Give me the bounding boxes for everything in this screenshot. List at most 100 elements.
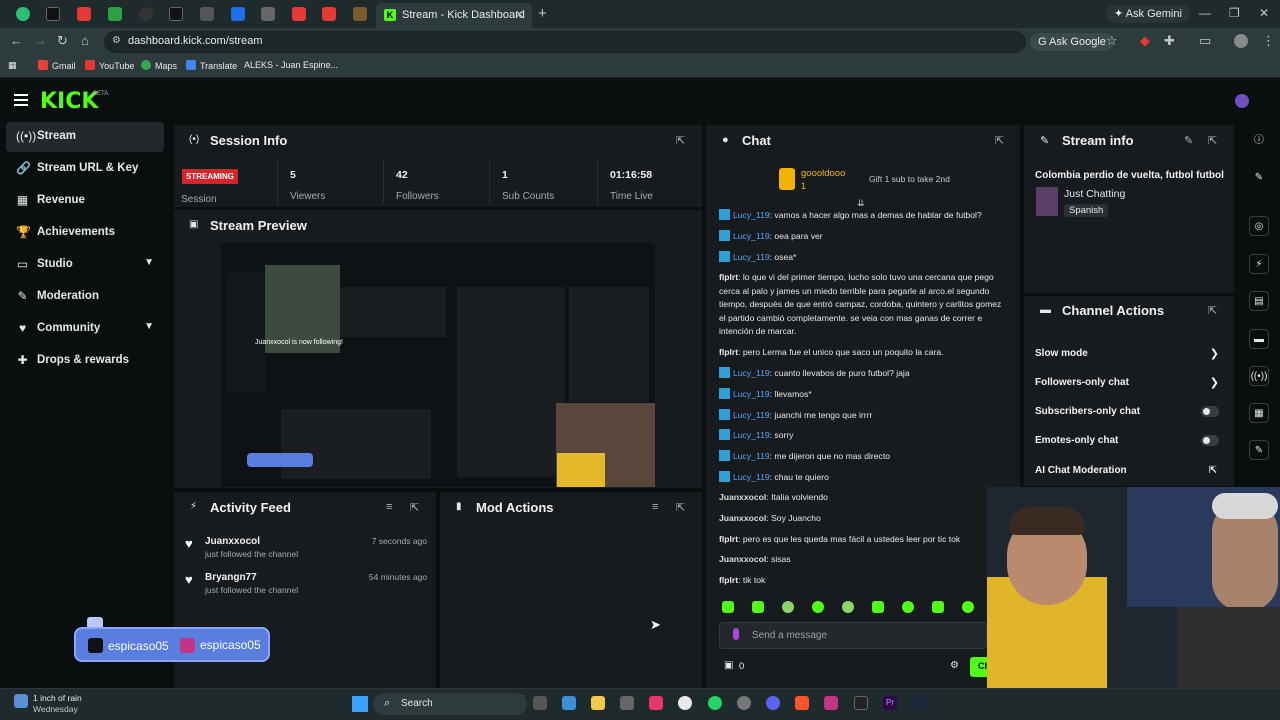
chat-username[interactable]: flplrt bbox=[719, 575, 738, 585]
emote-icon[interactable] bbox=[872, 601, 884, 613]
activity-user[interactable]: Bryangn77 bbox=[205, 572, 257, 583]
emote-icon[interactable] bbox=[962, 601, 974, 613]
chat-bubble-icon[interactable]: ▬ bbox=[1249, 329, 1269, 349]
sidebar-item-studio[interactable]: ▭ Studio ▼ bbox=[6, 250, 164, 280]
tab-favicon-icon[interactable] bbox=[16, 7, 30, 21]
capcut-icon[interactable] bbox=[854, 696, 868, 710]
popout-icon[interactable]: ⇱ bbox=[1208, 304, 1217, 317]
user-avatar[interactable] bbox=[1235, 94, 1249, 108]
chat-username[interactable]: Lucy_119 bbox=[733, 410, 770, 420]
stream-preview-video[interactable]: Juanxxocol is now following! bbox=[221, 243, 655, 487]
target-icon[interactable]: ◎ bbox=[1249, 216, 1269, 236]
apps-grid-icon[interactable]: ▦ bbox=[8, 60, 17, 71]
sidebar-item-moderation[interactable]: ✎ Moderation bbox=[6, 282, 164, 312]
chat-username[interactable]: Lucy_119 bbox=[733, 252, 770, 262]
chat-username[interactable]: Juanxxocol bbox=[719, 554, 766, 564]
bookmark-translate[interactable]: Translate bbox=[186, 60, 237, 71]
back-icon[interactable]: ← bbox=[10, 33, 23, 48]
document-icon[interactable]: ▤ bbox=[1249, 291, 1269, 311]
close-window-icon[interactable]: ✕ bbox=[1259, 6, 1269, 20]
microphone-icon[interactable] bbox=[733, 628, 739, 640]
chat-username[interactable]: Lucy_119 bbox=[733, 472, 770, 482]
chat-username[interactable]: Juanxxocol bbox=[719, 492, 766, 502]
new-tab-icon[interactable]: + bbox=[538, 5, 547, 22]
tiktok-tab-icon[interactable] bbox=[169, 7, 183, 21]
whatsapp-icon[interactable] bbox=[708, 696, 722, 710]
action-ai-moderation[interactable]: AI Chat Moderation ⇱ bbox=[1035, 465, 1225, 478]
layout-icon[interactable]: ▦ bbox=[1249, 403, 1269, 423]
ask-google-button[interactable]: G Ask Google bbox=[1030, 33, 1114, 51]
steam-icon[interactable] bbox=[912, 696, 926, 710]
chat-username[interactable]: Lucy_119 bbox=[733, 389, 770, 399]
emote-icon[interactable] bbox=[812, 601, 824, 613]
discord-icon[interactable] bbox=[766, 696, 780, 710]
tab-favicon-icon[interactable] bbox=[231, 7, 245, 21]
bookmark-star-icon[interactable]: ☆ bbox=[1106, 33, 1118, 49]
instagram-app-icon[interactable] bbox=[824, 696, 838, 710]
profile-avatar[interactable] bbox=[1234, 34, 1248, 48]
edit-pencil-icon[interactable]: ✎ bbox=[1184, 134, 1193, 147]
tab-favicon-icon[interactable] bbox=[261, 7, 275, 21]
task-view-icon[interactable] bbox=[533, 696, 547, 710]
site-info-icon[interactable]: ⚙ bbox=[112, 35, 121, 46]
filter-icon[interactable]: ≡ bbox=[652, 501, 658, 513]
sidebar-item-achievements[interactable]: 🏆 Achievements bbox=[6, 218, 164, 248]
sheet-tab-icon[interactable] bbox=[108, 7, 122, 21]
chat-username[interactable]: Lucy_119 bbox=[733, 231, 770, 241]
popout-icon[interactable]: ⇱ bbox=[1208, 134, 1217, 147]
sidebar-item-stream[interactable]: ((•)) Stream bbox=[6, 122, 164, 152]
sidebar-item-community[interactable]: ♥ Community ▼ bbox=[6, 314, 164, 344]
points-icon[interactable]: ▣ bbox=[724, 660, 733, 671]
extension-icon[interactable]: ◆ bbox=[1140, 33, 1150, 49]
popout-icon[interactable]: ⇱ bbox=[410, 501, 419, 514]
maximize-icon[interactable]: ❐ bbox=[1229, 6, 1240, 20]
chat-username[interactable]: Lucy_119 bbox=[733, 451, 770, 461]
emote-icon[interactable] bbox=[752, 601, 764, 613]
sidebar-item-revenue[interactable]: ▦ Revenue bbox=[6, 186, 164, 216]
premiere-icon[interactable]: Pr bbox=[883, 696, 897, 710]
kick-logo[interactable]: KICK bbox=[40, 89, 98, 114]
tab-favicon-icon[interactable] bbox=[139, 7, 153, 21]
edit-icon[interactable]: ✎ bbox=[1249, 168, 1269, 188]
app-icon[interactable] bbox=[737, 696, 751, 710]
reload-icon[interactable]: ↻ bbox=[57, 33, 68, 49]
tab-favicon-icon[interactable] bbox=[200, 7, 214, 21]
emote-icon[interactable] bbox=[782, 601, 794, 613]
bookmark-aleks[interactable]: ALEKS - Juan Espine... bbox=[244, 60, 338, 70]
info-icon[interactable]: ⓘ bbox=[1249, 131, 1269, 151]
active-tab[interactable]: K Stream - Kick Dashboard ✕ bbox=[376, 3, 532, 28]
hamburger-menu-icon[interactable] bbox=[14, 94, 28, 106]
bookmark-gmail[interactable]: Gmail bbox=[38, 60, 76, 71]
chat-username[interactable]: flplrt bbox=[719, 272, 738, 282]
home-icon[interactable]: ⌂ bbox=[81, 33, 89, 48]
gift-sub-text[interactable]: Gift 1 sub to take 2nd bbox=[869, 174, 950, 184]
youtube-tab-icon[interactable] bbox=[292, 7, 306, 21]
chat-username[interactable]: Lucy_119 bbox=[733, 368, 770, 378]
emote-icon[interactable] bbox=[902, 601, 914, 613]
emote-icon[interactable] bbox=[722, 601, 734, 613]
chat-username[interactable]: Lucy_119 bbox=[733, 430, 770, 440]
popout-icon[interactable]: ⇱ bbox=[676, 134, 685, 147]
url-text[interactable]: dashboard.kick.com/stream bbox=[128, 35, 263, 47]
subscribers-only-toggle[interactable] bbox=[1201, 406, 1219, 417]
emote-icon[interactable] bbox=[932, 601, 944, 613]
sidebar-item-drops-rewards[interactable]: ✚ Drops & rewards bbox=[6, 346, 164, 376]
brave-icon[interactable] bbox=[795, 696, 809, 710]
action-slow-mode[interactable]: Slow mode ❯ bbox=[1035, 348, 1225, 361]
weather-icon[interactable] bbox=[14, 694, 28, 708]
close-tab-icon[interactable]: ✕ bbox=[515, 8, 524, 21]
chat-username[interactable]: Juanxxocol bbox=[719, 513, 766, 523]
chat-username[interactable]: flplrt bbox=[719, 534, 738, 544]
windows-start-icon[interactable] bbox=[352, 696, 368, 712]
bookmark-maps[interactable]: Maps bbox=[141, 60, 177, 71]
tab-favicon-icon[interactable] bbox=[353, 7, 367, 21]
file-explorer-icon[interactable] bbox=[591, 696, 605, 710]
pinned-user[interactable]: goooldooo bbox=[801, 168, 845, 179]
scroll-down-icon[interactable]: ⇊ bbox=[857, 198, 865, 209]
chat-username[interactable]: flplrt bbox=[719, 347, 738, 357]
youtube-tab-icon[interactable] bbox=[322, 7, 336, 21]
minimize-icon[interactable]: — bbox=[1199, 6, 1211, 20]
chrome-icon[interactable] bbox=[678, 696, 692, 710]
forward-icon[interactable]: → bbox=[34, 33, 47, 48]
extensions-puzzle-icon[interactable]: ✚ bbox=[1164, 33, 1175, 49]
